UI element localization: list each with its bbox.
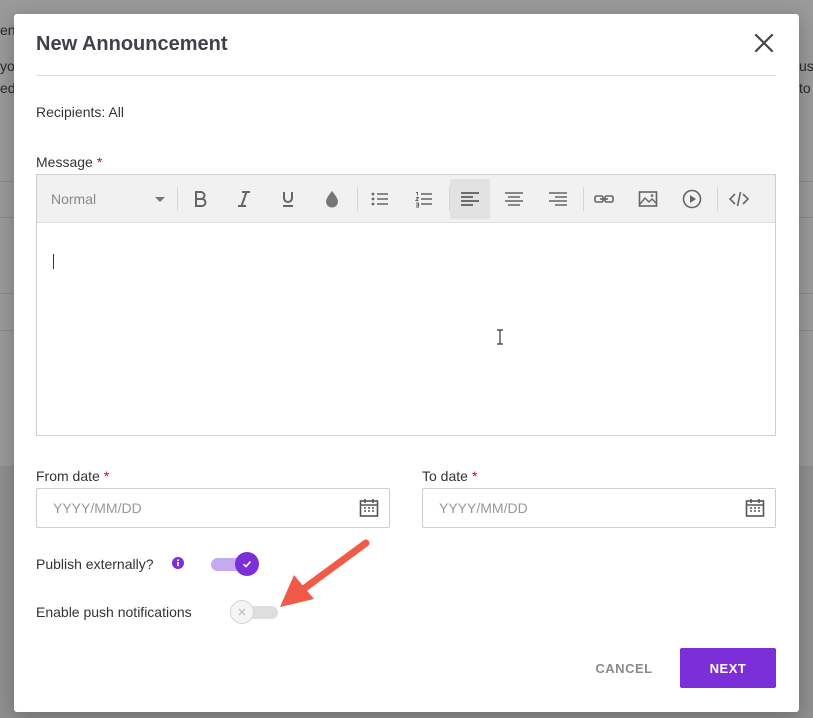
- editor-toolbar: Normal: [37, 175, 775, 223]
- to-date-label-text: To date: [422, 468, 468, 484]
- video-icon[interactable]: [672, 179, 712, 219]
- required-mark: *: [103, 468, 110, 484]
- italic-icon[interactable]: [224, 179, 264, 219]
- bold-icon[interactable]: [180, 179, 220, 219]
- to-date-label: To date *: [422, 468, 477, 484]
- required-mark: *: [96, 154, 103, 170]
- new-announcement-dialog: New Announcement Recipients: All Message…: [14, 14, 799, 712]
- format-select[interactable]: Normal: [37, 175, 175, 223]
- link-icon[interactable]: [584, 179, 624, 219]
- background-text: us: [799, 58, 813, 74]
- align-center-icon[interactable]: [494, 179, 534, 219]
- ibeam-cursor-icon: [496, 329, 504, 350]
- numbered-list-icon[interactable]: [404, 179, 444, 219]
- annotation-arrow-icon: [280, 539, 370, 607]
- close-icon[interactable]: [752, 31, 776, 55]
- underline-icon[interactable]: [268, 179, 308, 219]
- publish-externally-label: Publish externally?: [36, 556, 154, 572]
- message-text-area[interactable]: [37, 223, 775, 435]
- required-mark: *: [471, 468, 478, 484]
- from-date-field: [36, 488, 390, 528]
- message-label: Message *: [36, 154, 102, 170]
- chevron-down-icon: [155, 197, 165, 202]
- toolbar-separator: [177, 187, 178, 211]
- info-icon[interactable]: [172, 557, 184, 569]
- format-select-value: Normal: [51, 191, 97, 207]
- to-date-field: [422, 488, 776, 528]
- header-divider: [36, 75, 776, 76]
- align-left-icon[interactable]: [450, 179, 490, 219]
- toggle-knob: [230, 600, 254, 624]
- calendar-icon[interactable]: [359, 498, 379, 518]
- bullet-list-icon[interactable]: [360, 179, 400, 219]
- align-right-icon[interactable]: [538, 179, 578, 219]
- from-date-input[interactable]: [37, 489, 337, 527]
- toolbar-separator: [357, 187, 358, 211]
- background-text: to: [799, 80, 811, 96]
- push-notifications-label: Enable push notifications: [36, 604, 192, 620]
- background-text: yo: [0, 58, 15, 74]
- cancel-button[interactable]: CANCEL: [582, 652, 666, 684]
- calendar-icon[interactable]: [745, 498, 765, 518]
- from-date-label-text: From date: [36, 468, 100, 484]
- to-date-input[interactable]: [423, 489, 723, 527]
- toolbar-separator: [717, 187, 718, 211]
- color-drop-icon[interactable]: [312, 179, 352, 219]
- message-editor: Normal: [36, 174, 776, 436]
- publish-externally-toggle[interactable]: [211, 552, 261, 578]
- dialog-title: New Announcement: [36, 33, 228, 55]
- toggle-knob: [235, 552, 259, 576]
- message-label-text: Message: [36, 154, 93, 170]
- x-icon: [238, 608, 246, 616]
- next-button[interactable]: NEXT: [680, 648, 776, 688]
- recipients-label: Recipients: All: [36, 104, 124, 120]
- check-icon: [242, 560, 252, 568]
- image-icon[interactable]: [628, 179, 668, 219]
- text-caret: [53, 254, 54, 269]
- code-icon[interactable]: [719, 179, 759, 219]
- from-date-label: From date *: [36, 468, 109, 484]
